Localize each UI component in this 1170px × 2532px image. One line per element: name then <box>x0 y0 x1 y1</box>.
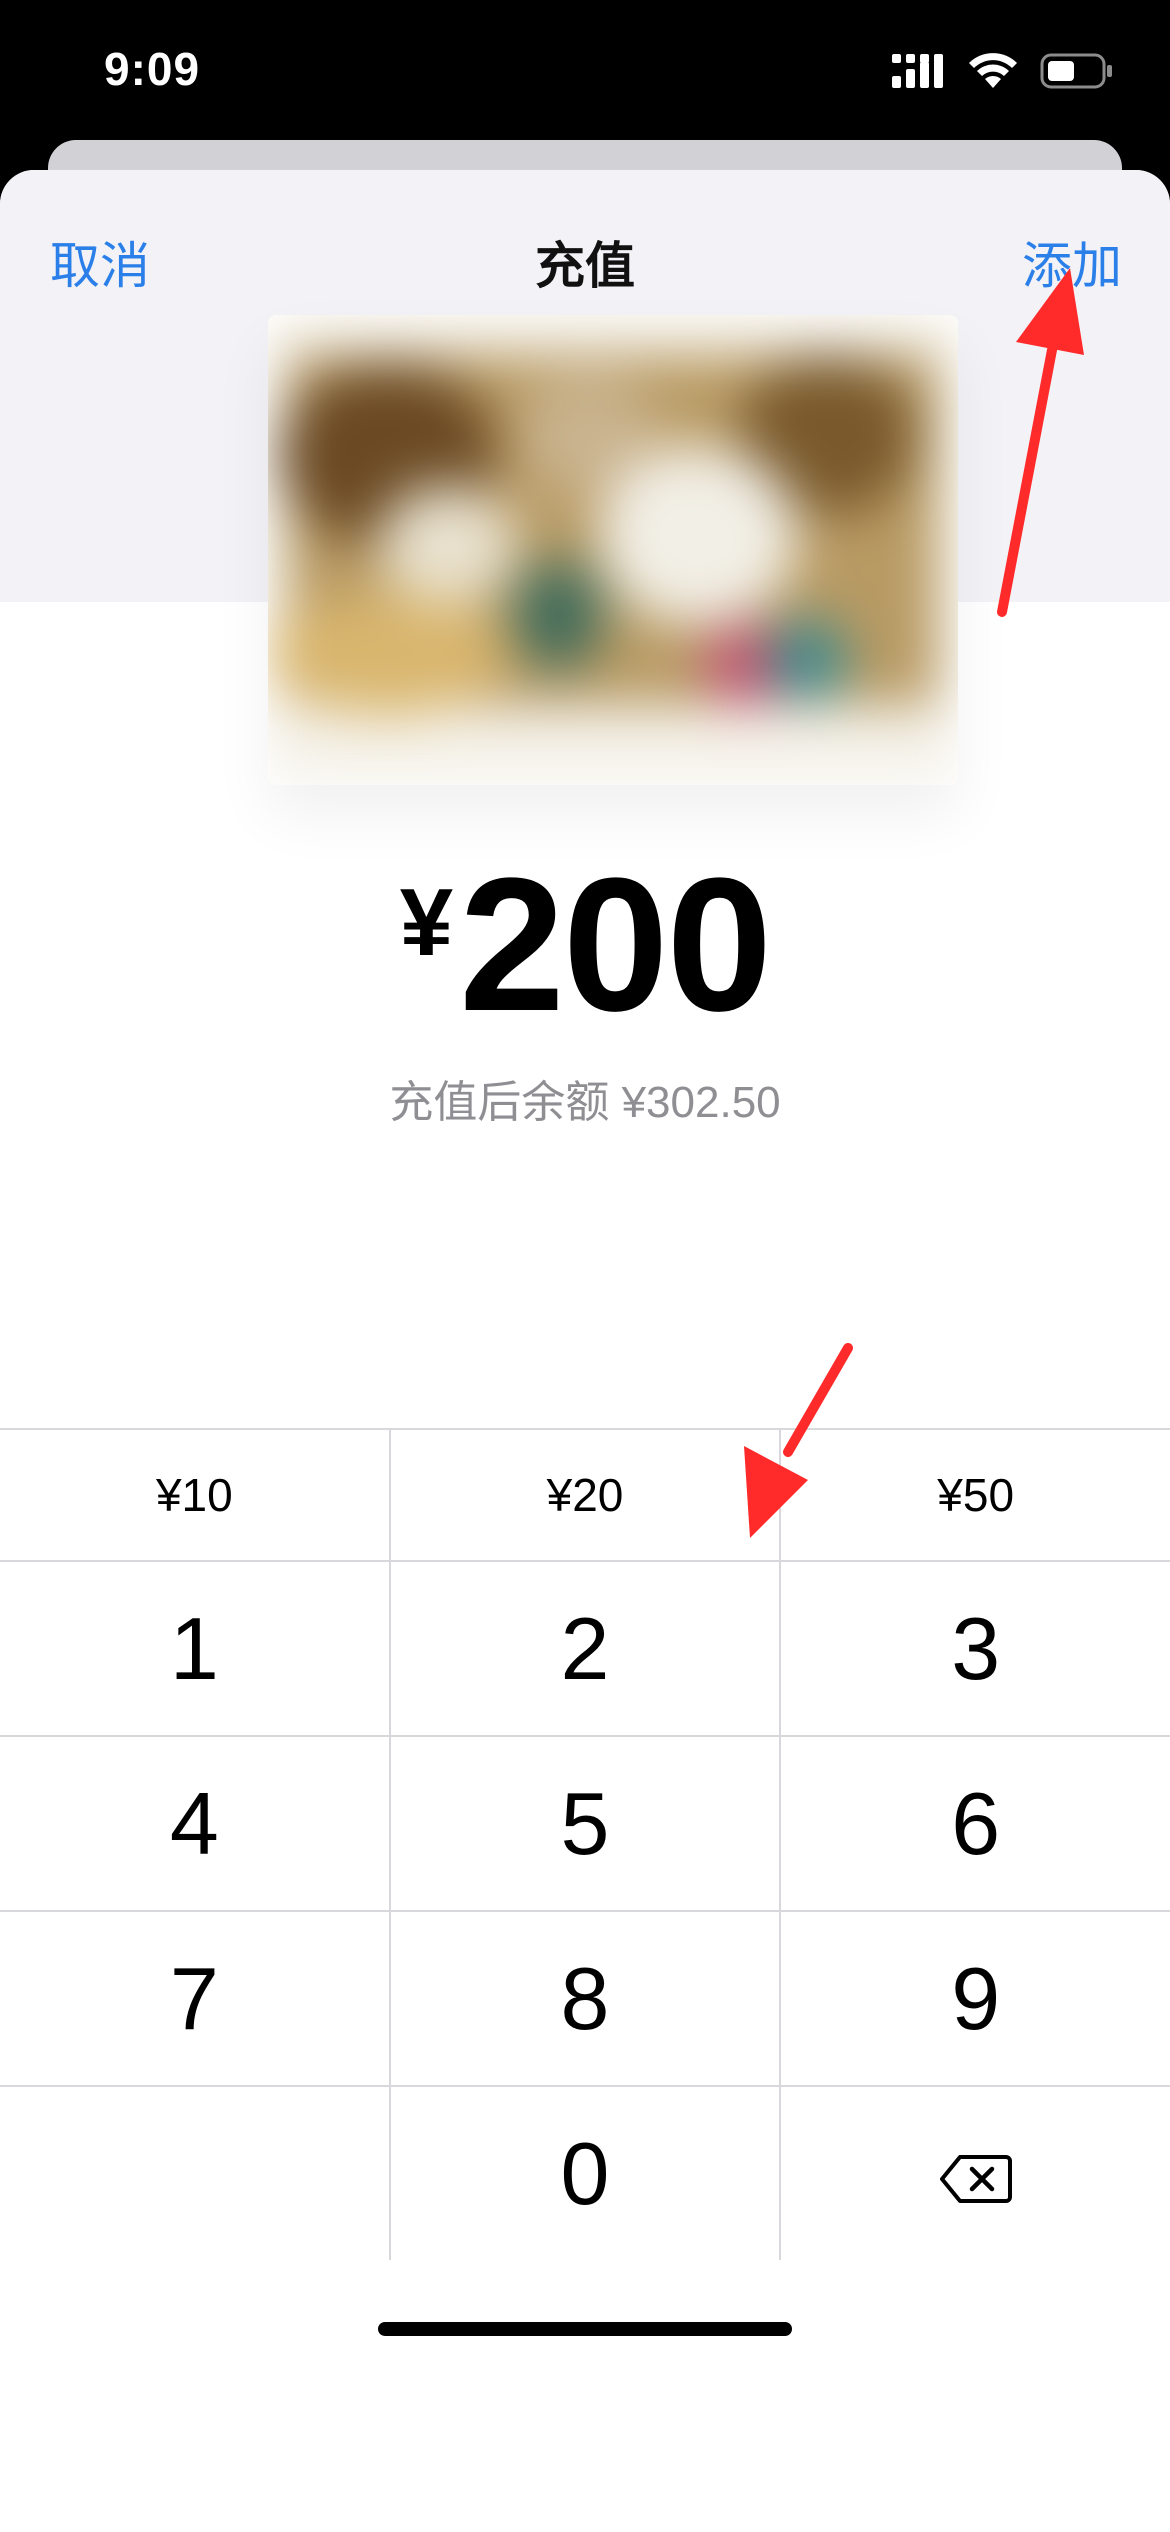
battery-icon <box>1040 52 1114 95</box>
top-up-amount: ¥200 <box>0 850 1170 1040</box>
add-button[interactable]: 添加 <box>1022 226 1122 298</box>
key-5[interactable]: 5 <box>388 1737 780 1910</box>
card-image <box>268 315 958 785</box>
page-title: 充值 <box>535 238 635 294</box>
quick-amount-10-button[interactable]: ¥10 <box>0 1430 389 1560</box>
keypad-row: 0 <box>0 2085 1170 2260</box>
key-1[interactable]: 1 <box>0 1562 389 1735</box>
home-indicator <box>378 2322 792 2336</box>
quick-amount-50-button[interactable]: ¥50 <box>779 1430 1170 1560</box>
amount-currency: ¥ <box>399 869 454 976</box>
quick-amount-20-button[interactable]: ¥20 <box>388 1430 780 1560</box>
key-8[interactable]: 8 <box>388 1912 780 2085</box>
status-icons <box>892 50 1114 96</box>
amount-keypad: ¥10 ¥20 ¥50 1 2 3 4 5 6 7 8 9 0 <box>0 1428 1170 2260</box>
key-6[interactable]: 6 <box>779 1737 1170 1910</box>
key-0[interactable]: 0 <box>388 2087 780 2260</box>
wifi-icon <box>968 52 1018 95</box>
keypad-row: 1 2 3 <box>0 1560 1170 1735</box>
backspace-icon <box>939 2123 1012 2225</box>
amount-value: 200 <box>459 839 772 1051</box>
key-7[interactable]: 7 <box>0 1912 389 2085</box>
key-4[interactable]: 4 <box>0 1737 389 1910</box>
keypad-row: 4 5 6 <box>0 1735 1170 1910</box>
balance-after-top-up: 充值后余额 ¥302.50 <box>389 1078 781 1127</box>
status-bar: 9:09 <box>0 0 1170 150</box>
key-empty <box>0 2087 389 2260</box>
quick-amount-row: ¥10 ¥20 ¥50 <box>0 1428 1170 1560</box>
cellular-signal-icon <box>892 53 946 93</box>
key-9[interactable]: 9 <box>779 1912 1170 2085</box>
key-2[interactable]: 2 <box>388 1562 780 1735</box>
key-3[interactable]: 3 <box>779 1562 1170 1735</box>
keypad-row: 7 8 9 <box>0 1910 1170 2085</box>
backspace-button[interactable] <box>779 2087 1170 2260</box>
status-time: 9:09 <box>104 43 201 95</box>
screen: 9:09 取消 充值 添加 ¥200 充值后余额 ¥302.50 ¥10 ¥20… <box>0 0 1170 2532</box>
